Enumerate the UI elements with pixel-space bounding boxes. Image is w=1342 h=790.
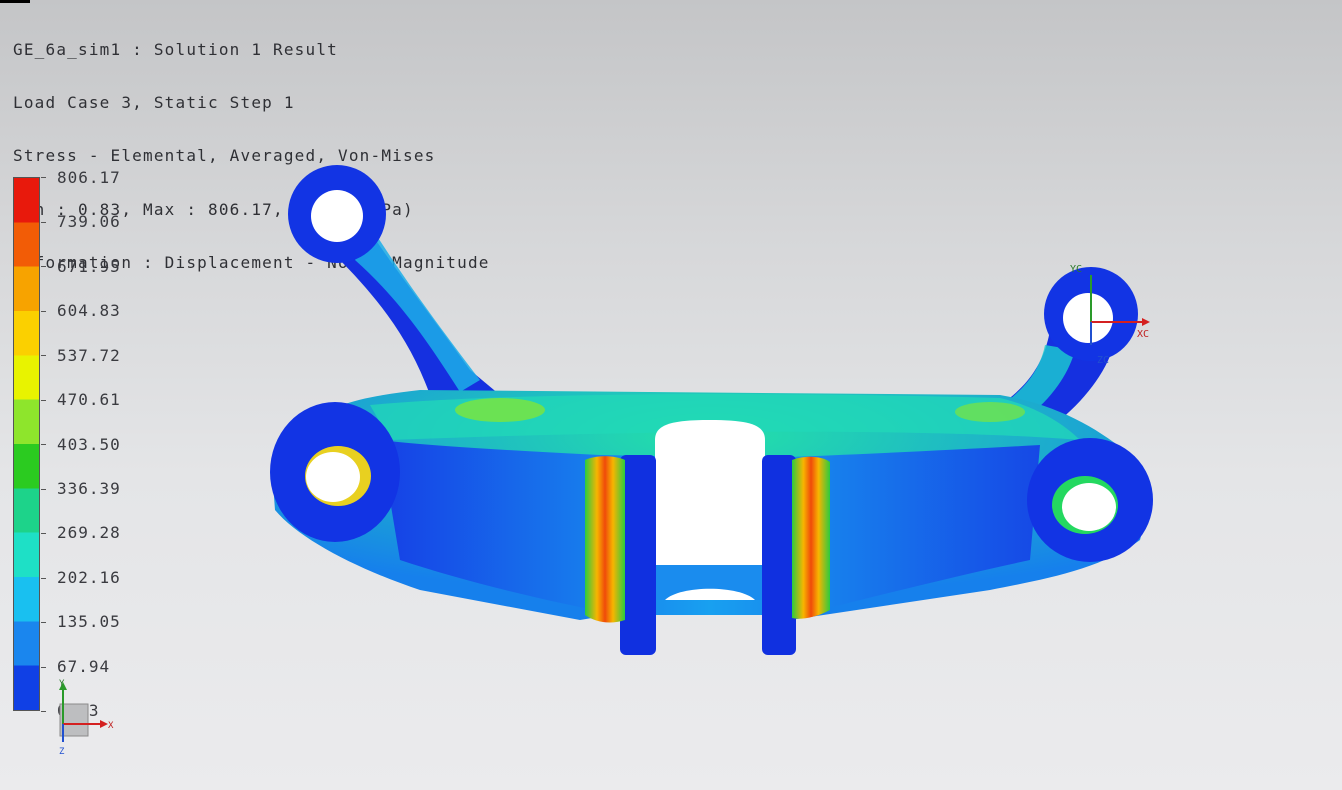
legend-tick: [41, 399, 46, 401]
right-arm: [995, 267, 1138, 420]
view-orientation-triad[interactable]: Y X Z: [59, 679, 114, 757]
legend-tick: [41, 666, 46, 668]
right-arm-hole: [1063, 293, 1113, 343]
legend-tick: [41, 310, 46, 312]
legend-tick: [41, 177, 46, 178]
legend-tick: [41, 577, 46, 579]
right-lug: [1027, 438, 1153, 562]
view-triad-z-label: Z: [59, 747, 65, 757]
left-fork-plate: [585, 455, 656, 655]
left-arm-hole: [311, 190, 363, 242]
fea-model-viewport[interactable]: YC XC ZC Y X Z: [0, 0, 1342, 790]
legend-tick: [41, 266, 46, 267]
model-triad-x-label: XC: [1137, 329, 1149, 340]
legend-tick: [41, 622, 46, 623]
legend-tick: [41, 711, 46, 712]
legend-tick: [41, 355, 46, 356]
view-triad-y-label: Y: [59, 679, 65, 689]
legend-tick: [41, 221, 46, 223]
right-fork-plate: [762, 455, 830, 655]
left-arm: [288, 165, 500, 395]
stress-hotspot-left-arm: [455, 398, 545, 422]
left-lug: [270, 402, 400, 542]
legend-tick: [41, 444, 46, 445]
stress-hotspot-right-arm: [955, 402, 1025, 422]
legend-tick: [41, 488, 46, 490]
legend-tick: [41, 533, 46, 534]
model-triad-y-label: YC: [1070, 264, 1082, 275]
model-triad-z-label: ZC: [1097, 355, 1109, 366]
view-triad-x-label: X: [108, 721, 114, 731]
center-cutout: [655, 420, 765, 565]
